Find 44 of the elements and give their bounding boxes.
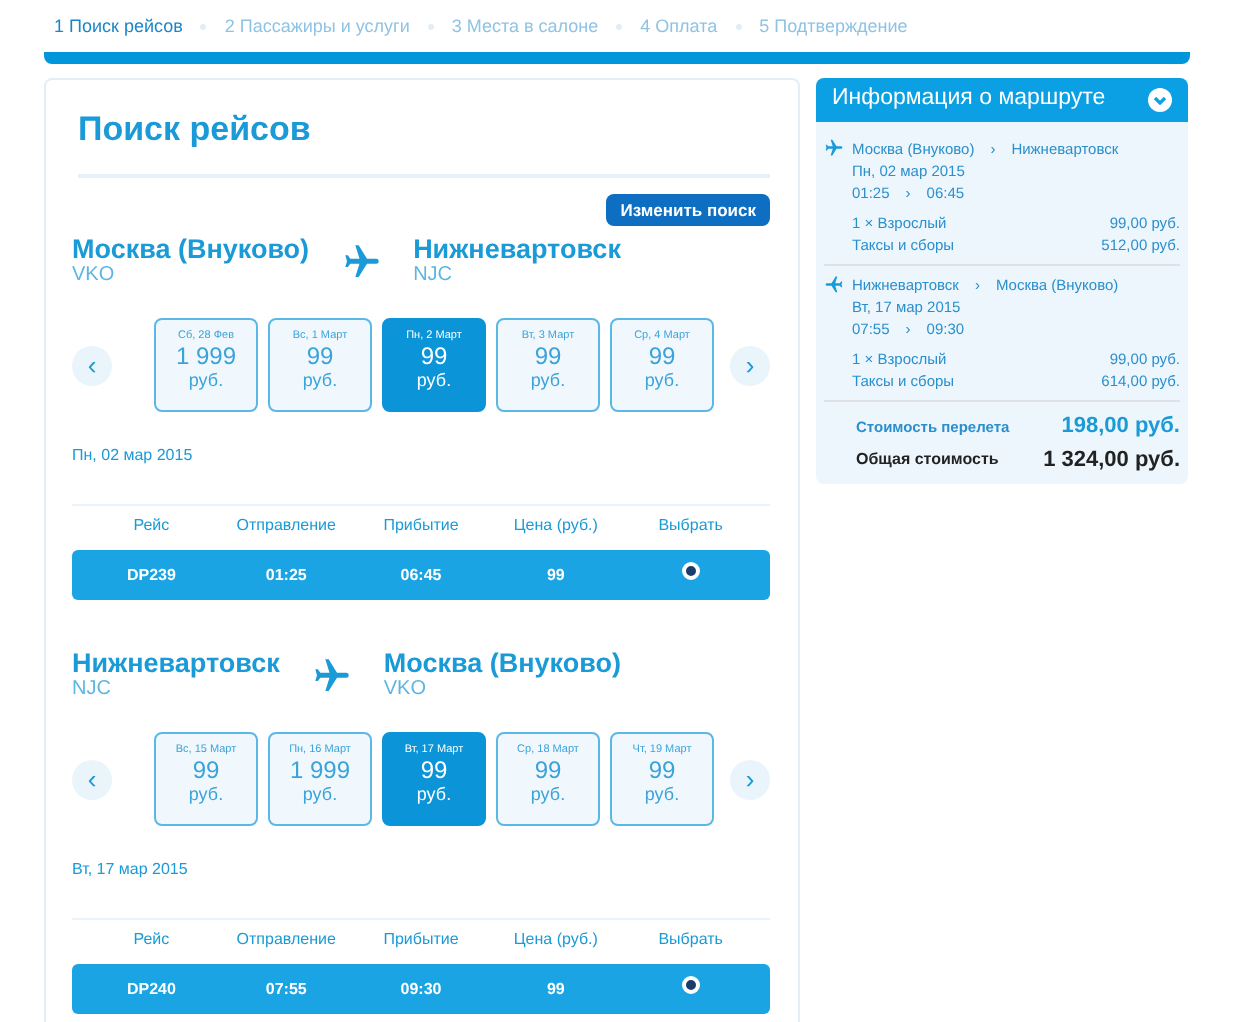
selected-date: Вт, 17 мар 2015	[72, 858, 190, 883]
destination-city: Нижневартовск	[413, 234, 621, 265]
selected-date: Пн, 02 мар 2015	[72, 444, 195, 469]
next-dates-button[interactable]: ›	[730, 759, 770, 800]
radio-button[interactable]	[681, 976, 700, 995]
radio-button[interactable]	[681, 562, 700, 581]
plane-icon	[824, 274, 844, 294]
plane-icon	[824, 138, 844, 158]
column-header: Выбрать	[656, 513, 725, 538]
column-header: Прибытие	[381, 927, 461, 952]
destination-code: NJC	[413, 264, 455, 287]
collapse-icon[interactable]	[1148, 88, 1172, 112]
origin-code: VKO	[72, 264, 117, 287]
column-header: Отправление	[234, 927, 338, 952]
flight-row[interactable]: DP239 01:25 06:45 99	[72, 550, 770, 601]
column-header: Рейс	[131, 513, 172, 538]
column-header: Цена (руб.)	[511, 927, 600, 952]
grand-total-amount: 1 324,00 руб.	[1043, 445, 1180, 475]
plane-icon	[341, 242, 382, 283]
previous-dates-button[interactable]: ‹	[72, 345, 112, 386]
column-header: Прибытие	[381, 513, 461, 538]
previous-dates-button[interactable]: ‹	[72, 759, 112, 800]
step-tab[interactable]: 1 Поиск рейсов	[54, 13, 183, 41]
origin-code: NJC	[72, 678, 113, 701]
column-header: Цена (руб.)	[511, 513, 600, 538]
column-header: Отправление	[234, 513, 338, 538]
column-header: Выбрать	[656, 927, 725, 952]
change-search-button[interactable]: Изменить поиск	[606, 193, 770, 227]
plane-icon	[311, 656, 352, 697]
origin-city: Нижневартовск	[72, 648, 280, 679]
panel-title: Информация о маршруте	[832, 84, 1106, 115]
next-dates-button[interactable]: ›	[730, 345, 770, 386]
page-title: Поиск рейсов	[78, 104, 770, 177]
origin-city: Москва (Внуково)	[72, 234, 310, 265]
step-tab[interactable]: 4 Оплата	[640, 13, 718, 41]
column-header: Рейс	[131, 927, 172, 952]
flight-row[interactable]: DP240 07:55 09:30 99	[72, 964, 770, 1015]
step-tab[interactable]: 5 Подтверждение	[759, 13, 908, 41]
step-tab[interactable]: 3 Места в салоне	[451, 13, 599, 41]
destination-code: VKO	[383, 678, 429, 701]
destination-city: Москва (Внуково)	[383, 648, 621, 679]
fare-total-amount: 198,00 руб.	[1061, 412, 1180, 442]
grand-total-label: Общая стоимость	[856, 447, 999, 472]
step-tab[interactable]: 2 Пассажиры и услуги	[224, 13, 410, 41]
